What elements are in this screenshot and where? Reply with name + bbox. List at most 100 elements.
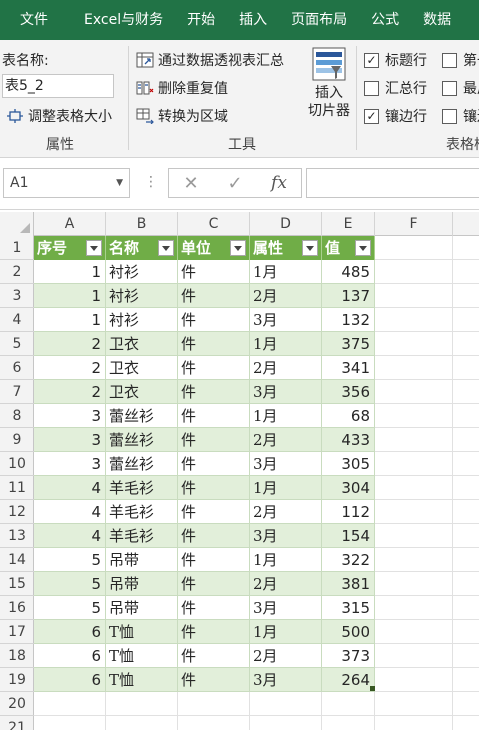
column-header-d[interactable]: D bbox=[250, 212, 322, 236]
remove-duplicates-button[interactable]: 删除重复值 bbox=[136, 78, 228, 98]
cell-name[interactable]: 蕾丝衫 bbox=[106, 428, 178, 452]
column-header-f[interactable]: F bbox=[375, 212, 453, 236]
table-name-input[interactable]: 表5_2 bbox=[2, 74, 114, 98]
filter-dropdown-icon[interactable] bbox=[86, 240, 102, 256]
tab-data[interactable]: 数据 bbox=[411, 0, 463, 40]
enter-icon[interactable]: ✓ bbox=[220, 173, 250, 194]
cell-value[interactable]: 341 bbox=[322, 356, 375, 380]
row-header[interactable]: 10 bbox=[0, 452, 34, 476]
cell-attr[interactable]: 1月 bbox=[250, 404, 322, 428]
row-header[interactable]: 18 bbox=[0, 644, 34, 668]
cell-name[interactable]: 羊毛衫 bbox=[106, 524, 178, 548]
header-cell-value[interactable]: 值 bbox=[322, 236, 375, 260]
cell-seq[interactable]: 5 bbox=[34, 572, 106, 596]
row-header[interactable]: 19 bbox=[0, 668, 34, 692]
row-header[interactable]: 4 bbox=[0, 308, 34, 332]
cell-unit[interactable]: 件 bbox=[178, 452, 250, 476]
filter-dropdown-icon[interactable] bbox=[355, 240, 371, 256]
column-header-e[interactable]: E bbox=[322, 212, 375, 236]
cell-name[interactable]: 蕾丝衫 bbox=[106, 452, 178, 476]
cell-value[interactable]: 304 bbox=[322, 476, 375, 500]
cell-name[interactable]: 衬衫 bbox=[106, 284, 178, 308]
row-header[interactable]: 5 bbox=[0, 332, 34, 356]
cell-name[interactable]: 羊毛衫 bbox=[106, 500, 178, 524]
row-header[interactable]: 11 bbox=[0, 476, 34, 500]
cell-seq[interactable]: 6 bbox=[34, 620, 106, 644]
cell-value[interactable]: 264 bbox=[322, 668, 375, 692]
cell-unit[interactable]: 件 bbox=[178, 620, 250, 644]
cell-value[interactable]: 112 bbox=[322, 500, 375, 524]
cell-seq[interactable]: 2 bbox=[34, 332, 106, 356]
tab-insert[interactable]: 插入 bbox=[227, 0, 279, 40]
cell-name[interactable]: T恤 bbox=[106, 620, 178, 644]
row-header[interactable]: 12 bbox=[0, 500, 34, 524]
cell-value[interactable]: 315 bbox=[322, 596, 375, 620]
cell-seq[interactable]: 3 bbox=[34, 428, 106, 452]
cell-attr[interactable]: 3月 bbox=[250, 308, 322, 332]
cell-unit[interactable]: 件 bbox=[178, 308, 250, 332]
cell-seq[interactable]: 2 bbox=[34, 356, 106, 380]
cell-unit[interactable]: 件 bbox=[178, 332, 250, 356]
column-header-c[interactable]: C bbox=[178, 212, 250, 236]
cell-value[interactable]: 154 bbox=[322, 524, 375, 548]
cell-attr[interactable]: 3月 bbox=[250, 596, 322, 620]
cell-name[interactable]: 吊带 bbox=[106, 596, 178, 620]
cell-name[interactable]: 羊毛衫 bbox=[106, 476, 178, 500]
resize-table-button[interactable]: 调整表格大小 bbox=[6, 106, 112, 126]
cell-seq[interactable]: 1 bbox=[34, 308, 106, 332]
table-resize-handle[interactable] bbox=[370, 686, 375, 691]
cell-attr[interactable]: 1月 bbox=[250, 620, 322, 644]
tab-formulas[interactable]: 公式 bbox=[359, 0, 411, 40]
filter-dropdown-icon[interactable] bbox=[302, 240, 318, 256]
cell-seq[interactable]: 4 bbox=[34, 476, 106, 500]
cell-seq[interactable]: 4 bbox=[34, 524, 106, 548]
cell-name[interactable]: 卫衣 bbox=[106, 356, 178, 380]
first-column-checkbox[interactable]: 第一 bbox=[442, 50, 479, 70]
cell-attr[interactable]: 3月 bbox=[250, 452, 322, 476]
header-cell-seq[interactable]: 序号 bbox=[34, 236, 106, 260]
cell-attr[interactable]: 2月 bbox=[250, 572, 322, 596]
cell-unit[interactable]: 件 bbox=[178, 380, 250, 404]
cell-unit[interactable]: 件 bbox=[178, 596, 250, 620]
row-header[interactable]: 17 bbox=[0, 620, 34, 644]
row-header[interactable]: 9 bbox=[0, 428, 34, 452]
cell-attr[interactable]: 2月 bbox=[250, 500, 322, 524]
banded-columns-checkbox[interactable]: 镶边 bbox=[442, 106, 479, 126]
cell-name[interactable]: T恤 bbox=[106, 668, 178, 692]
row-header[interactable]: 14 bbox=[0, 548, 34, 572]
cell-seq[interactable]: 2 bbox=[34, 380, 106, 404]
cell-value[interactable]: 68 bbox=[322, 404, 375, 428]
last-column-checkbox[interactable]: 最后 bbox=[442, 78, 479, 98]
cell-value[interactable]: 322 bbox=[322, 548, 375, 572]
convert-to-range-button[interactable]: 转换为区域 bbox=[136, 106, 228, 126]
row-header[interactable]: 16 bbox=[0, 596, 34, 620]
cell-seq[interactable]: 6 bbox=[34, 644, 106, 668]
cell-attr[interactable]: 3月 bbox=[250, 380, 322, 404]
cell-value[interactable]: 356 bbox=[322, 380, 375, 404]
tab-home[interactable]: 开始 bbox=[175, 0, 227, 40]
cell-value[interactable]: 373 bbox=[322, 644, 375, 668]
cell-value[interactable]: 485 bbox=[322, 260, 375, 284]
cell-name[interactable]: T恤 bbox=[106, 644, 178, 668]
filter-dropdown-icon[interactable] bbox=[158, 240, 174, 256]
cell-attr[interactable]: 1月 bbox=[250, 260, 322, 284]
banded-rows-checkbox[interactable]: ✓ 镶边行 bbox=[364, 106, 427, 126]
cell-attr[interactable]: 2月 bbox=[250, 428, 322, 452]
cell-value[interactable]: 375 bbox=[322, 332, 375, 356]
cell-unit[interactable]: 件 bbox=[178, 260, 250, 284]
cell-value[interactable]: 381 bbox=[322, 572, 375, 596]
cell-value[interactable]: 433 bbox=[322, 428, 375, 452]
header-cell-attr[interactable]: 属性 bbox=[250, 236, 322, 260]
row-header[interactable]: 8 bbox=[0, 404, 34, 428]
total-row-checkbox[interactable]: 汇总行 bbox=[364, 78, 427, 98]
row-header[interactable]: 7 bbox=[0, 380, 34, 404]
cell-unit[interactable]: 件 bbox=[178, 476, 250, 500]
name-box[interactable]: A1 ▼ bbox=[3, 168, 130, 198]
filter-dropdown-icon[interactable] bbox=[230, 240, 246, 256]
cell-attr[interactable]: 2月 bbox=[250, 356, 322, 380]
row-header[interactable]: 21 bbox=[0, 716, 34, 730]
cell-name[interactable]: 衬衫 bbox=[106, 308, 178, 332]
tab-excel-finance[interactable]: Excel与财务 bbox=[72, 0, 175, 40]
cell-attr[interactable]: 3月 bbox=[250, 668, 322, 692]
pivot-summarize-button[interactable]: 通过数据透视表汇总 bbox=[136, 50, 284, 70]
